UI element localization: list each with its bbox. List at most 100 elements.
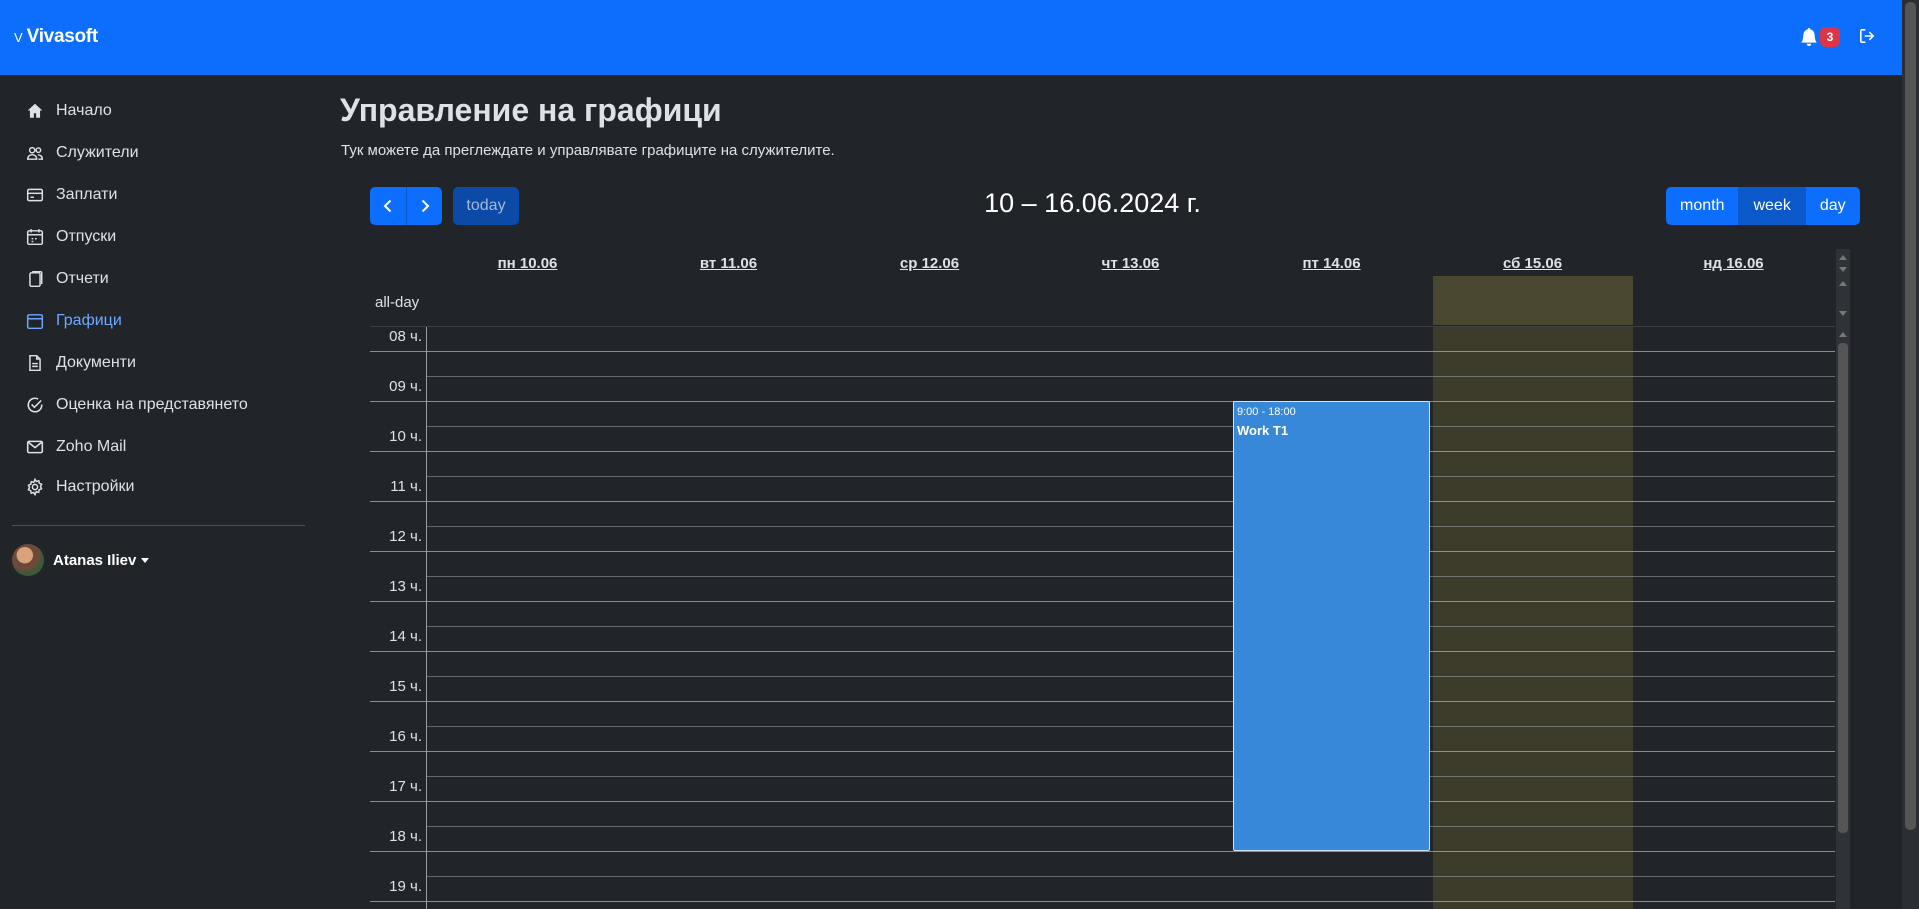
half-hour-grid-line (427, 526, 1835, 527)
sidebar-item-performance-review[interactable]: Оценка на представянето (26, 393, 248, 417)
hour-grid-line (370, 851, 1835, 852)
day-header[interactable]: чт 13.06 (1030, 255, 1231, 275)
calendar-scrollbar[interactable] (1836, 249, 1850, 909)
day-header[interactable]: вт 11.06 (628, 255, 829, 275)
calendar-nav-buttons (370, 187, 442, 225)
calendar-view-switcher: month week day (1666, 187, 1860, 225)
file-icon (29, 354, 41, 372)
sidebar-item-zoho-mail[interactable]: Zoho Mail (26, 435, 126, 459)
document-icon (29, 270, 43, 288)
brand-name: Vivasoft (26, 26, 98, 47)
half-hour-grid-line (427, 376, 1835, 377)
hour-grid-line (370, 451, 1835, 452)
page-scrollbar-thumb[interactable] (1905, 2, 1916, 830)
scroll-down-icon[interactable] (1839, 311, 1847, 316)
half-hour-grid-line (427, 576, 1835, 577)
half-hour-grid-line (427, 726, 1835, 727)
sidebar-item-label: Графици (56, 312, 122, 329)
hour-grid-line (370, 701, 1835, 702)
hour-grid-line (370, 651, 1835, 652)
calendar-icon (26, 229, 44, 246)
hour-label: 16 ч. (389, 728, 422, 745)
sidebar-item-label: Документи (56, 354, 136, 371)
hour-grid-line (370, 401, 1835, 402)
sidebar-item-reports[interactable]: Отчети (26, 267, 109, 291)
hour-label: 12 ч. (389, 528, 422, 545)
today-button[interactable]: today (453, 187, 519, 225)
view-week-button[interactable]: week (1739, 187, 1806, 225)
chevron-right-icon (421, 199, 429, 213)
half-hour-grid-line (427, 676, 1835, 677)
scroll-down-icon[interactable] (1839, 267, 1847, 272)
hour-grid-line (370, 801, 1835, 802)
event-time: 9:00 - 18:00 (1237, 406, 1296, 418)
hour-label: 09 ч. (389, 378, 422, 395)
sidebar-item-employees[interactable]: Служители (26, 141, 139, 165)
day-header[interactable]: нд 16.06 (1633, 255, 1834, 275)
sidebar-item-leaves[interactable]: Отпуски (26, 225, 116, 249)
sidebar-item-home[interactable]: Начало (26, 99, 112, 123)
notification-count-badge[interactable]: 3 (1820, 27, 1840, 47)
logout-icon[interactable] (1858, 27, 1876, 45)
hour-label: 10 ч. (389, 428, 422, 445)
weekend-column (1433, 327, 1633, 909)
scroll-up-icon[interactable] (1839, 255, 1847, 260)
half-hour-grid-line (427, 426, 1835, 427)
prev-week-button[interactable] (370, 187, 406, 225)
page-title: Управление на графици (340, 92, 722, 128)
view-month-button[interactable]: month (1666, 187, 1740, 225)
sidebar-item-documents[interactable]: Документи (26, 351, 136, 375)
page-scrollbar[interactable] (1902, 0, 1919, 909)
all-day-label: all-day (375, 294, 420, 311)
hour-grid-line (370, 751, 1835, 752)
sidebar-item-label: Служители (56, 144, 139, 161)
chevron-left-icon (383, 199, 392, 213)
hour-label: 17 ч. (389, 778, 422, 795)
next-week-button[interactable] (406, 187, 442, 225)
envelope-icon (26, 440, 44, 454)
scroll-up-icon[interactable] (1839, 281, 1847, 286)
day-header[interactable]: ср 12.06 (829, 255, 1030, 275)
half-hour-grid-line (427, 626, 1835, 627)
sidebar-divider (12, 525, 305, 526)
view-day-button[interactable]: day (1805, 187, 1860, 225)
user-name: Atanas Iliev (53, 551, 137, 569)
hour-grid-line (370, 501, 1835, 502)
users-icon (26, 146, 44, 160)
brand-logo[interactable]: V Vivasoft (14, 26, 98, 48)
day-header[interactable]: пт 14.06 (1231, 255, 1432, 275)
sidebar-item-label: Настройки (56, 478, 135, 495)
gear-icon (27, 478, 43, 496)
bell-icon[interactable] (1800, 27, 1818, 47)
home-icon (27, 103, 43, 118)
calendar-week-grid: all-day пн 10.06 вт 11.06 ср 12.06 чт 13.06… (370, 249, 1850, 909)
calendar-range-title: 10 – 16.06.2024 г. (984, 188, 1201, 218)
hour-label: 13 ч. (389, 578, 422, 595)
user-menu-toggle[interactable]: Atanas Iliev (12, 544, 150, 576)
check-circle-icon (27, 397, 43, 413)
hour-grid-line (370, 551, 1835, 552)
sidebar-item-label: Отпуски (56, 228, 117, 245)
day-header[interactable]: пн 10.06 (427, 255, 628, 275)
half-hour-grid-line (427, 476, 1835, 477)
scroll-up-icon[interactable] (1839, 332, 1847, 337)
sidebar: Начало Служители Заплати Отпуски Отчети … (0, 75, 320, 909)
day-header[interactable]: сб 15.06 (1432, 255, 1633, 275)
hour-label: 08 ч. (389, 328, 422, 345)
half-hour-grid-line (427, 876, 1835, 877)
all-day-separator (370, 326, 1835, 327)
sidebar-item-salaries[interactable]: Заплати (26, 183, 117, 207)
calendar-scrollbar-thumb[interactable] (1838, 343, 1848, 833)
credit-card-icon (26, 188, 44, 202)
half-hour-grid-line (427, 776, 1835, 777)
sidebar-item-schedules[interactable]: Графици (26, 309, 122, 333)
calendar-icon (26, 314, 44, 330)
hour-grid-line (370, 901, 1835, 902)
hour-label: 18 ч. (389, 828, 422, 845)
avatar (12, 544, 44, 576)
sidebar-item-label: Оценка на представянето (56, 396, 248, 413)
sidebar-item-label: Начало (56, 102, 112, 119)
sidebar-item-settings[interactable]: Настройки (26, 475, 134, 499)
calendar-event[interactable]: 9:00 - 18:00 Work T1 (1233, 401, 1430, 851)
hour-grid-line (370, 601, 1835, 602)
